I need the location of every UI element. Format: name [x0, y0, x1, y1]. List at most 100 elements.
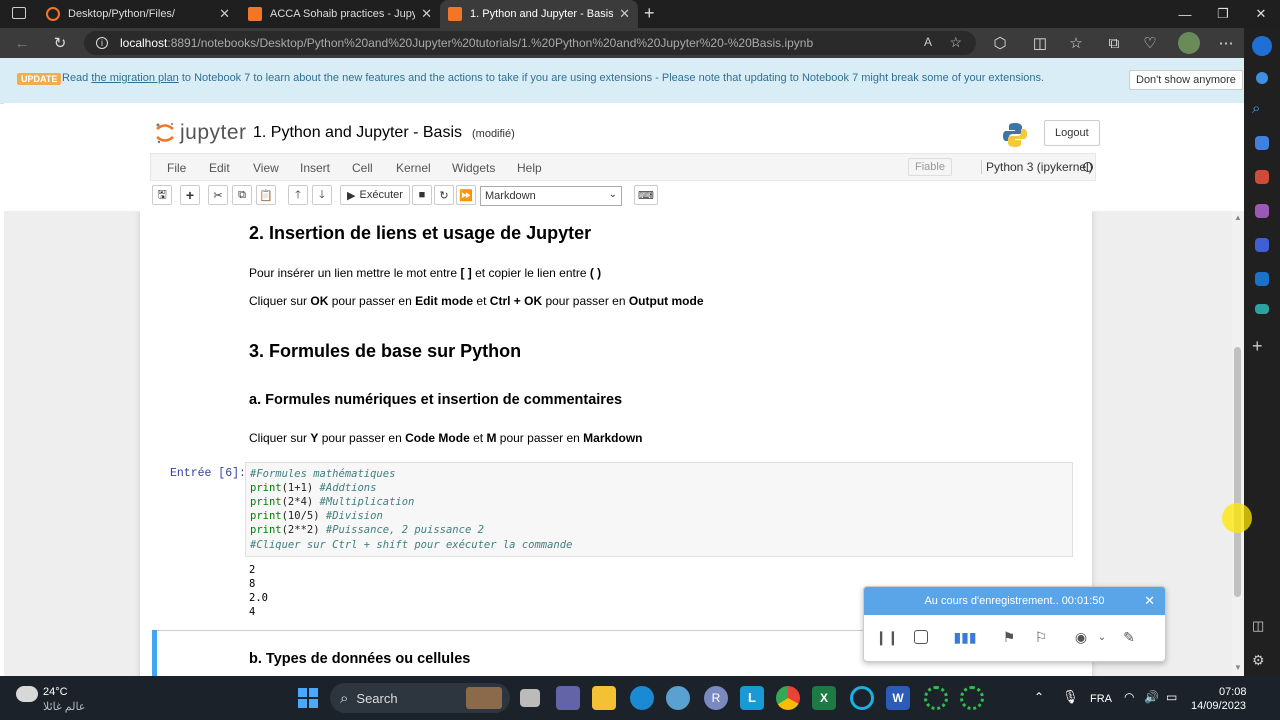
collections-icon[interactable]: ⧉	[1104, 33, 1124, 53]
favorite-star-icon[interactable]: ☆	[949, 34, 962, 51]
pen-icon[interactable]: ✎	[1118, 626, 1140, 648]
windows-start-icon[interactable]	[296, 686, 320, 710]
scrollbar-thumb[interactable]	[1234, 347, 1241, 597]
sidebar-toggle-icon[interactable]: ◫	[1252, 618, 1272, 638]
chrome-icon[interactable]	[776, 686, 800, 710]
menu-cell[interactable]: Cell	[352, 161, 373, 175]
close-icon[interactable]: ✕	[1144, 593, 1155, 609]
excel-icon[interactable]: X	[812, 686, 836, 710]
clock-date[interactable]: 14/09/2023	[1191, 700, 1246, 712]
settings-gear-icon[interactable]: ⚙	[1252, 652, 1272, 672]
menu-edit[interactable]: Edit	[209, 161, 230, 175]
outlook-icon[interactable]	[1255, 272, 1269, 286]
games-icon[interactable]	[1255, 204, 1269, 218]
menu-view[interactable]: View	[253, 161, 279, 175]
pause-icon[interactable]: ❙❙	[875, 626, 898, 648]
annotation-icon[interactable]: ⚑	[998, 626, 1020, 648]
favorites-icon[interactable]: ☆	[1066, 33, 1086, 53]
keyboard-shortcuts-icon[interactable]: ⌨	[634, 185, 658, 205]
recorder-app-icon[interactable]	[960, 686, 984, 710]
tab-acca[interactable]: ACCA Sohaib practices - Jupyter ✕	[240, 0, 440, 28]
tab-actions-icon[interactable]	[12, 7, 26, 19]
run-button[interactable]: ▶ Exécuter	[340, 185, 410, 205]
url-field[interactable]: i localhost:8891/notebooks/Desktop/Pytho…	[84, 31, 976, 55]
logout-button[interactable]: Logout	[1044, 120, 1100, 146]
paste-icon[interactable]: 📋	[256, 185, 276, 205]
close-tab-icon[interactable]: ✕	[619, 6, 630, 22]
r-icon[interactable]: R	[704, 686, 728, 710]
l-app-icon[interactable]: L	[740, 686, 764, 710]
stop-icon[interactable]	[910, 626, 932, 648]
tab-python-basis[interactable]: 1. Python and Jupyter - Basis - Ju ✕	[440, 0, 638, 28]
menu-widgets[interactable]: Widgets	[452, 161, 495, 175]
code-cell-editor[interactable]: #Formules mathématiques print(1+1) #Addt…	[245, 462, 1073, 557]
search-icon[interactable]: ⌕	[1252, 100, 1272, 120]
drop-icon[interactable]	[1255, 304, 1269, 314]
scroll-up-icon[interactable]: ▲	[1234, 213, 1242, 222]
trusted-indicator[interactable]: Fiable	[908, 158, 952, 176]
menu-insert[interactable]: Insert	[300, 161, 330, 175]
profile-icon[interactable]	[1256, 72, 1268, 84]
edge-icon[interactable]	[630, 686, 654, 710]
menu-kernel[interactable]: Kernel	[396, 161, 431, 175]
chevron-up-icon[interactable]: ⌃	[1034, 690, 1044, 704]
highlight-icon[interactable]: ⚐	[1030, 626, 1052, 648]
site-info-icon[interactable]: i	[96, 37, 108, 49]
network-app-icon[interactable]	[666, 686, 690, 710]
chevron-down-icon[interactable]: ⌄	[1096, 626, 1108, 648]
teams-icon[interactable]	[556, 686, 580, 710]
add-sidebar-icon[interactable]: +	[1252, 336, 1272, 356]
split-screen-icon[interactable]: ◫	[1030, 33, 1050, 53]
dont-show-anymore-button[interactable]: Don't show anymore	[1129, 70, 1243, 90]
move-down-icon[interactable]: 🡓	[312, 185, 332, 205]
recorder-app-icon[interactable]	[924, 686, 948, 710]
notebook-title[interactable]: 1. Python and Jupyter - Basis	[253, 124, 462, 142]
read-aloud-icon[interactable]: A	[924, 35, 932, 49]
reload-icon[interactable]: ↻	[50, 33, 70, 53]
cortana-icon[interactable]	[850, 686, 874, 710]
jupyter-logo[interactable]: jupyter	[154, 121, 247, 145]
file-explorer-icon[interactable]	[592, 686, 616, 710]
insert-cell-icon[interactable]: +	[180, 185, 200, 205]
volume-icon[interactable]: 🔊	[1144, 690, 1159, 704]
shopping-icon[interactable]	[1255, 136, 1269, 150]
save-icon[interactable]: 🖫	[152, 185, 172, 205]
maximize-icon[interactable]: ❐	[1204, 0, 1242, 28]
more-menu-icon[interactable]: ⋯	[1216, 33, 1236, 53]
extensions-icon[interactable]: ⬡	[990, 33, 1010, 53]
language-indicator[interactable]: FRA	[1090, 693, 1112, 705]
restart-icon[interactable]: ↻	[434, 185, 454, 205]
weather-icon[interactable]	[16, 686, 38, 702]
tab-files[interactable]: Desktop/Python/Files/ ✕	[38, 0, 238, 28]
office-icon[interactable]	[1255, 238, 1269, 252]
close-window-icon[interactable]: ✕	[1242, 0, 1280, 28]
close-tab-icon[interactable]: ✕	[421, 6, 432, 22]
move-up-icon[interactable]: 🡑	[288, 185, 308, 205]
restart-run-all-icon[interactable]: ⏩	[456, 185, 476, 205]
migration-plan-link[interactable]: the migration plan	[91, 72, 178, 84]
close-tab-icon[interactable]: ✕	[219, 6, 230, 22]
webcam-icon[interactable]: ◉	[1070, 626, 1092, 648]
kernel-name[interactable]: Python 3 (ipykernel)	[981, 160, 1093, 174]
task-view-icon[interactable]	[520, 689, 540, 707]
taskbar-search[interactable]: ⌕ Search	[330, 683, 510, 713]
menu-help[interactable]: Help	[517, 161, 542, 175]
back-icon[interactable]: ←	[12, 33, 32, 53]
word-icon[interactable]: W	[886, 686, 910, 710]
copy-icon[interactable]: ⧉	[232, 185, 252, 205]
cell-type-select[interactable]: Markdown ⌄	[480, 186, 622, 206]
battery-icon[interactable]: ▭	[1166, 690, 1177, 704]
profile-avatar[interactable]	[1178, 32, 1200, 54]
new-tab-button[interactable]: +	[644, 3, 655, 24]
interrupt-icon[interactable]: ■	[412, 185, 432, 205]
tools-icon[interactable]	[1255, 170, 1269, 184]
performance-icon[interactable]: ♡	[1140, 33, 1160, 53]
audio-levels-icon[interactable]: ▮▮▮	[953, 626, 976, 648]
scroll-down-icon[interactable]: ▼	[1234, 663, 1242, 672]
wifi-icon[interactable]: ◠	[1124, 690, 1134, 704]
minimize-icon[interactable]: —	[1166, 0, 1204, 28]
copilot-icon[interactable]	[1252, 36, 1272, 56]
clock-time[interactable]: 07:08	[1219, 686, 1247, 698]
page-scrollbar[interactable]: ▲ ▼	[1232, 211, 1244, 676]
cut-icon[interactable]: ✂	[208, 185, 228, 205]
